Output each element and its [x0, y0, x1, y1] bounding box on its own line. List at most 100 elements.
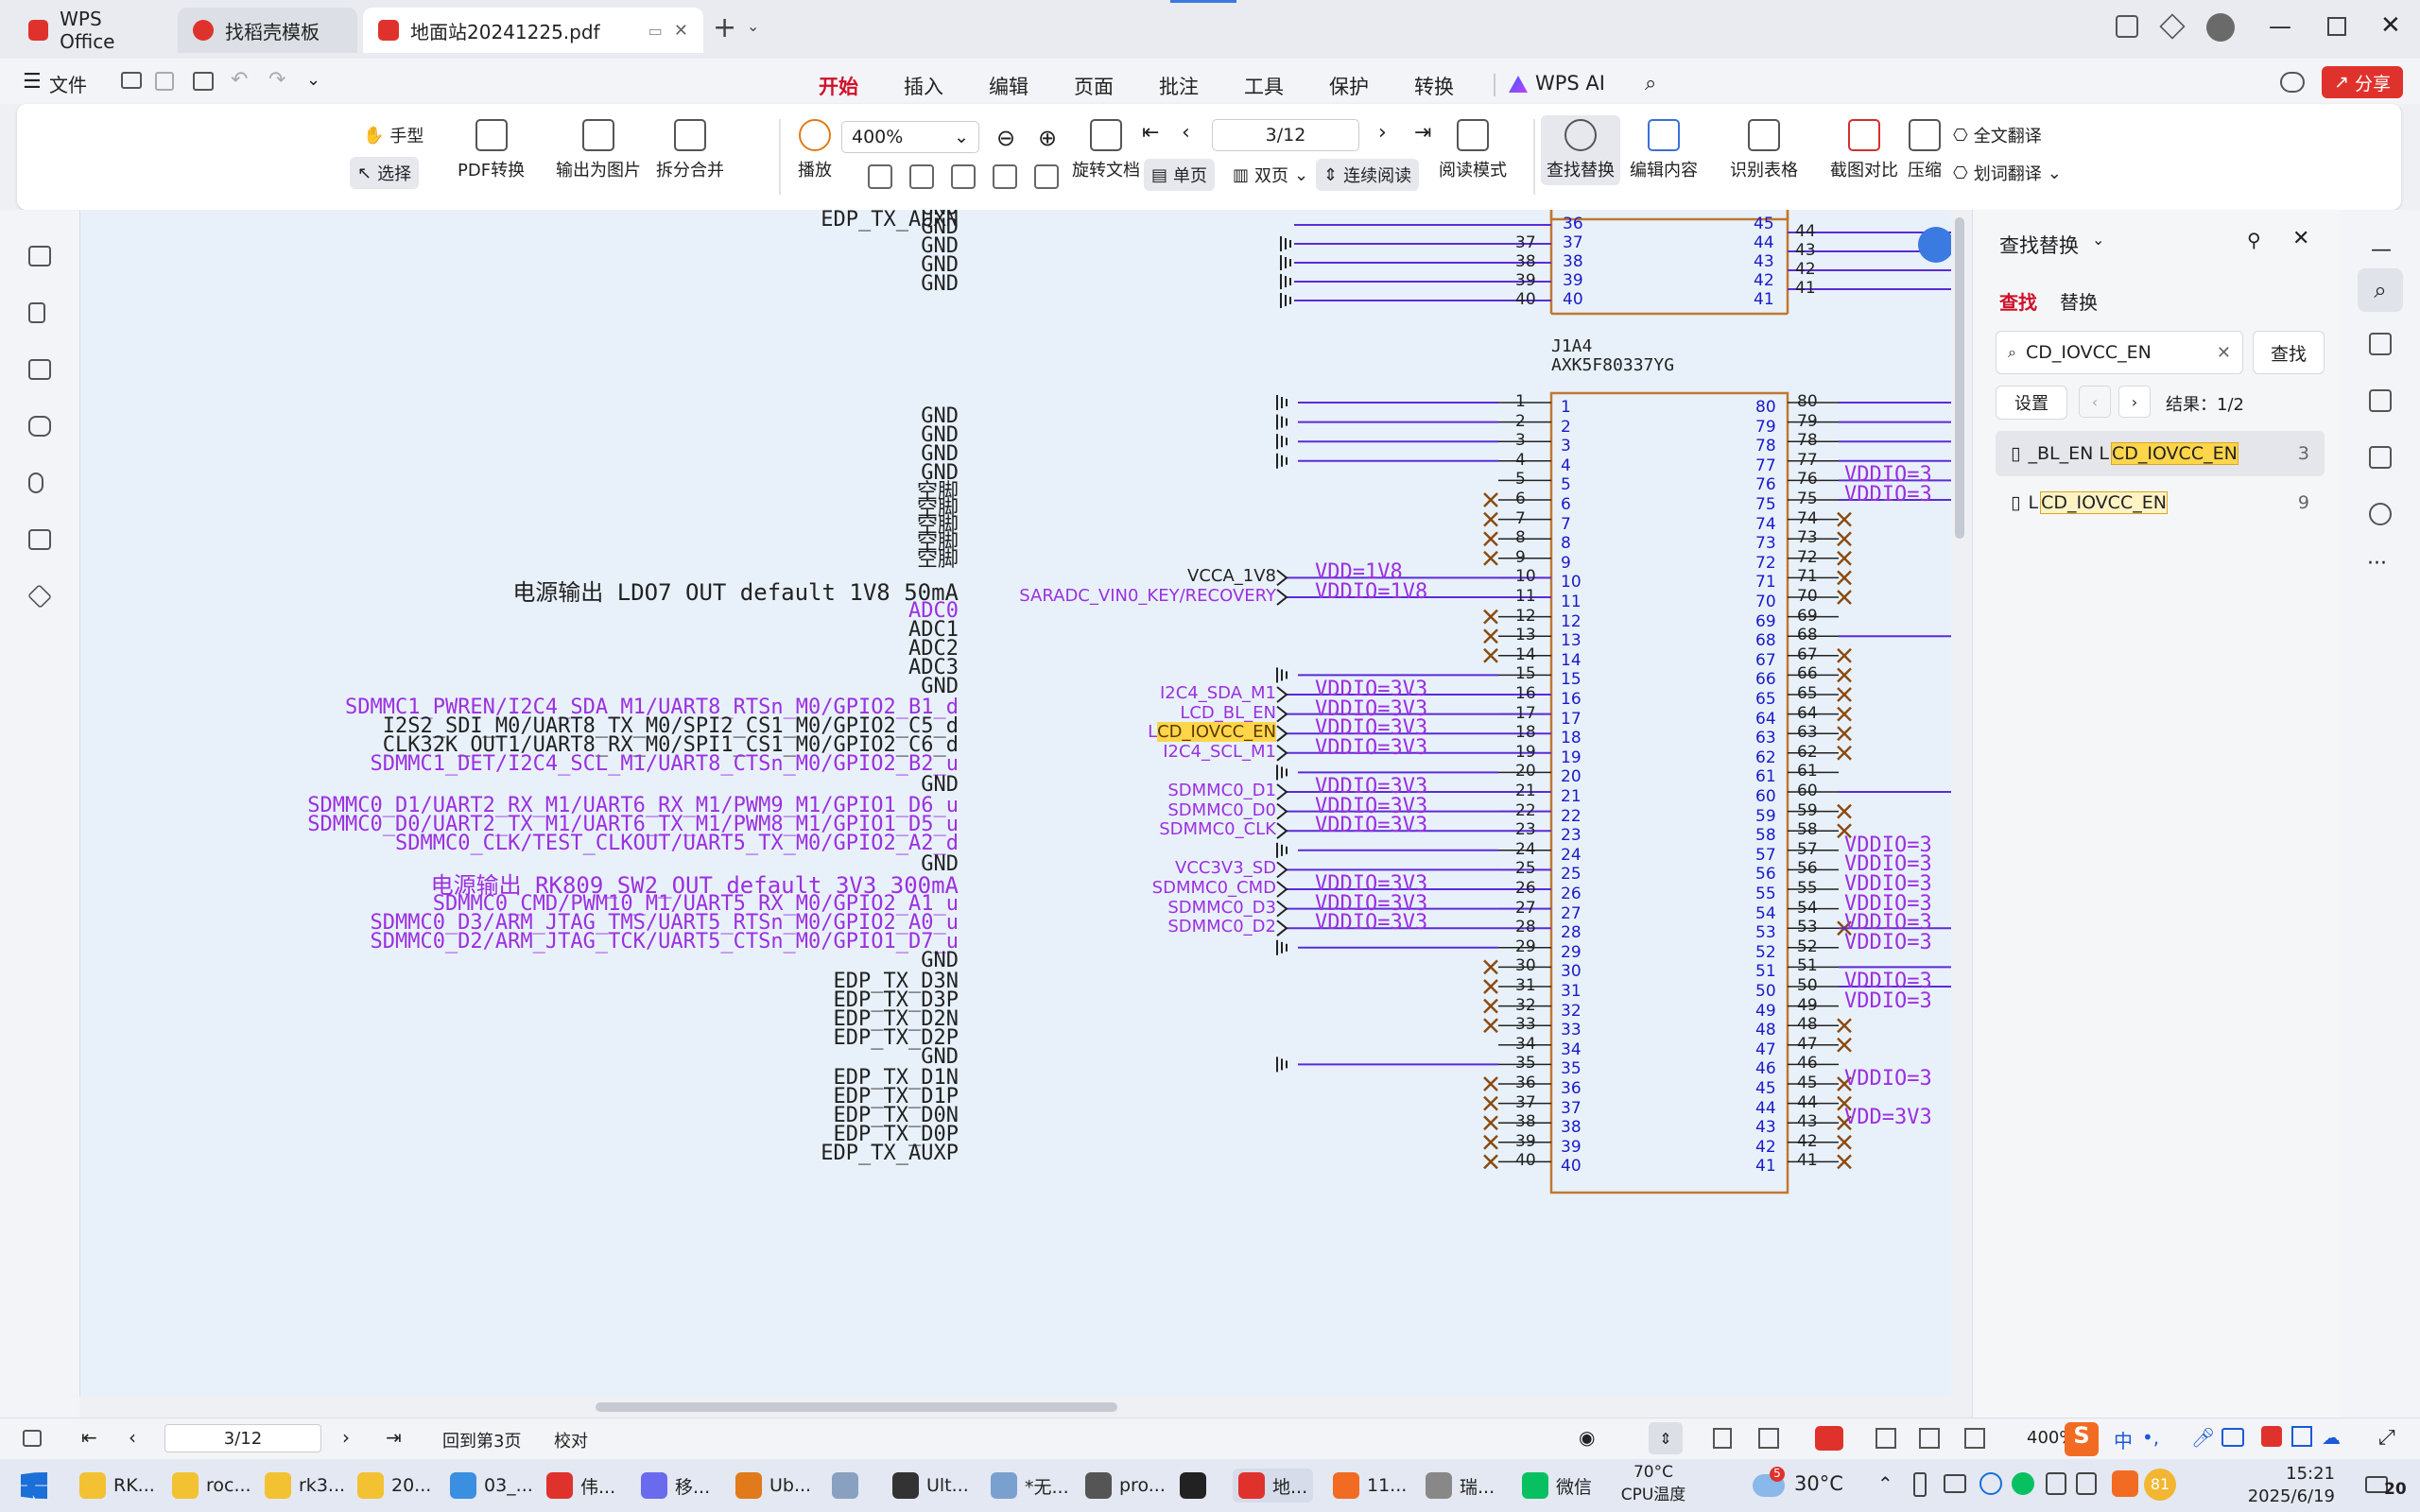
chevron-down-icon[interactable]: ⌄ — [2092, 231, 2104, 249]
adjust-icon[interactable] — [2369, 389, 2392, 412]
eye-icon[interactable]: ◉ — [1579, 1426, 1595, 1449]
taskbar-app[interactable]: rk3... — [265, 1469, 345, 1503]
mic-icon[interactable]: 🎤︎ — [2191, 1426, 2215, 1449]
bookmark-icon[interactable] — [28, 302, 45, 323]
taskbar-app[interactable] — [832, 1469, 858, 1503]
play-button[interactable]: 播放 — [798, 119, 832, 181]
page-input[interactable]: 3/12 — [164, 1424, 321, 1452]
back-to-page-link[interactable]: 回到第3页 — [442, 1428, 521, 1452]
word-translate-button[interactable]: ⎔ 划词翻译 ⌄ — [1945, 157, 2069, 189]
minus-icon[interactable]: — — [2371, 238, 2392, 262]
print-icon[interactable] — [193, 72, 214, 91]
security-icon[interactable] — [2076, 1472, 2097, 1495]
more-icon[interactable]: ··· — [2367, 552, 2387, 576]
double-page-button[interactable]: ▥ 双页 ⌄ — [1225, 159, 1316, 191]
prev-result-icon[interactable]: ‹ — [2079, 386, 2111, 418]
tab-replace[interactable]: 替换 — [2060, 287, 2098, 315]
crop-page-icon[interactable] — [1964, 1428, 1985, 1449]
help-icon[interactable] — [2369, 503, 2392, 525]
layers-icon[interactable] — [26, 583, 53, 610]
ime-mode[interactable]: 中 — [2114, 1426, 2133, 1453]
open-folder-icon[interactable] — [121, 72, 142, 89]
taskbar-app[interactable]: 20... — [357, 1469, 431, 1503]
cpu-temp-widget[interactable]: 70°C CPU温度 — [1618, 1461, 1688, 1506]
horizontal-scrollbar-thumb[interactable] — [596, 1402, 1117, 1412]
comment-icon[interactable] — [28, 416, 51, 437]
full-translate-button[interactable]: ⎔ 全文翻译 — [1945, 119, 2049, 151]
minimize-icon[interactable]: — — [2269, 13, 2291, 40]
last-page-icon[interactable]: ⇥ — [1414, 121, 1431, 145]
apps-grid-icon[interactable] — [2291, 1426, 2312, 1447]
hand-tool-button[interactable]: ✋ 手型 — [355, 119, 431, 151]
fit-page-icon[interactable] — [1919, 1428, 1940, 1449]
network-icon[interactable] — [1979, 1472, 2002, 1495]
file-menu[interactable]: 文件 — [49, 70, 87, 97]
last-page-icon[interactable]: ⇥ — [386, 1426, 402, 1449]
close-panel-icon[interactable]: ✕ — [2292, 227, 2309, 250]
search-input[interactable]: ⌕ CD_IOVCC_EN ✕ — [1996, 331, 2243, 374]
skin-icon[interactable] — [2261, 1426, 2282, 1447]
pin-icon[interactable]: ⚲ — [2247, 229, 2261, 251]
wechat-tray-icon[interactable] — [2012, 1472, 2034, 1495]
taskbar-app[interactable]: 伟... — [546, 1469, 615, 1503]
first-page-icon[interactable]: ⇤ — [1142, 121, 1159, 145]
menu-annotate[interactable]: 批注 — [1153, 66, 1204, 106]
find-replace-button[interactable]: 查找替换 — [1541, 115, 1620, 185]
menu-wps-ai[interactable]: WPS AI — [1530, 66, 1611, 100]
continuous-read-button[interactable]: ⇕ 连续阅读 — [1316, 159, 1420, 191]
pdf-convert-button[interactable]: PDF转换 — [458, 119, 525, 181]
taskbar-app[interactable]: roc... — [172, 1469, 251, 1503]
share-button[interactable]: ↗ 分享 — [2322, 66, 2403, 98]
cube-icon[interactable] — [2159, 13, 2186, 40]
restore-icon[interactable] — [2327, 17, 2346, 36]
new-tab-icon[interactable]: + — [713, 11, 736, 44]
compress-button[interactable]: 压缩 — [1908, 119, 1942, 181]
battery-badge[interactable]: 81 — [2144, 1469, 2176, 1501]
more-chevron-icon[interactable]: ⌄ — [306, 70, 320, 90]
avatar[interactable] — [2206, 13, 2235, 42]
search-icon[interactable]: ⌕ — [1645, 72, 1656, 95]
reader-icon[interactable] — [2369, 446, 2392, 469]
tab-pdf[interactable]: 地面站20241225.pdf ▭ ✕ — [363, 8, 703, 53]
screen-icon[interactable]: ▭ — [648, 22, 663, 40]
cloud-ime-icon[interactable]: ☁ — [2322, 1426, 2341, 1449]
play-icon[interactable] — [1815, 1426, 1843, 1451]
pdf-canvas[interactable]: GNDGNDGNDGNDGNDGNDGNDGNDGND空脚空脚空脚空脚空脚电源输… — [79, 210, 1951, 1418]
usb-icon[interactable] — [1913, 1472, 1927, 1497]
zoom-out-icon[interactable]: ⊖ — [996, 125, 1015, 151]
window-layout-icon[interactable] — [2116, 15, 2138, 38]
zoom-in-icon[interactable]: ⊕ — [1038, 125, 1057, 151]
single-view-icon[interactable] — [1713, 1428, 1732, 1449]
settings-button[interactable]: 设置 — [1996, 386, 2067, 420]
save-icon[interactable] — [155, 72, 174, 91]
menu-page[interactable]: 页面 — [1068, 66, 1119, 106]
windows-start-icon[interactable] — [21, 1472, 47, 1499]
redo-icon[interactable]: ↷ — [268, 68, 285, 92]
split-merge-button[interactable]: 拆分合并 — [656, 119, 724, 181]
tray-chevron-icon[interactable]: ⌃ — [1877, 1472, 1893, 1495]
vertical-scrollbar-thumb[interactable] — [1955, 217, 1964, 539]
taskbar-app[interactable] — [1180, 1469, 1206, 1503]
menu-edit[interactable]: 编辑 — [983, 66, 1034, 106]
result-item[interactable]: ▯ _BL_EN L CD_IOVCC_EN 3 — [1996, 431, 2325, 476]
result-item[interactable]: ▯ L CD_IOVCC_EN 9 — [1996, 480, 2325, 525]
taskbar-app[interactable]: 瑞... — [1426, 1469, 1495, 1503]
thumbnail-icon[interactable] — [28, 359, 51, 380]
taskbar-app[interactable]: Ub... — [735, 1469, 811, 1503]
rotate-doc-button[interactable]: 旋转文档 — [1072, 119, 1140, 181]
clock[interactable]: 15:21 2025/6/19 — [2201, 1463, 2335, 1508]
menu-protect[interactable]: 保护 — [1323, 66, 1374, 106]
menu-start[interactable]: 开始 — [813, 66, 864, 112]
fit-width-icon[interactable] — [1876, 1428, 1896, 1449]
taskbar-app[interactable]: pro... — [1085, 1469, 1166, 1503]
first-page-icon[interactable]: ⇤ — [81, 1426, 97, 1449]
fit-page-icon[interactable] — [909, 164, 934, 189]
taskbar-app[interactable]: *无... — [991, 1469, 1069, 1503]
menu-convert[interactable]: 转换 — [1409, 66, 1460, 106]
taskbar-app[interactable]: 11... — [1333, 1469, 1407, 1503]
next-result-icon[interactable]: › — [2118, 386, 2151, 418]
read-mode-button[interactable]: 阅读模式 — [1439, 119, 1507, 181]
crop-icon[interactable] — [2369, 333, 2392, 355]
single-page-button[interactable]: ▤ 单页 — [1144, 159, 1216, 191]
sogou-ime-icon[interactable]: S — [2065, 1422, 2099, 1456]
